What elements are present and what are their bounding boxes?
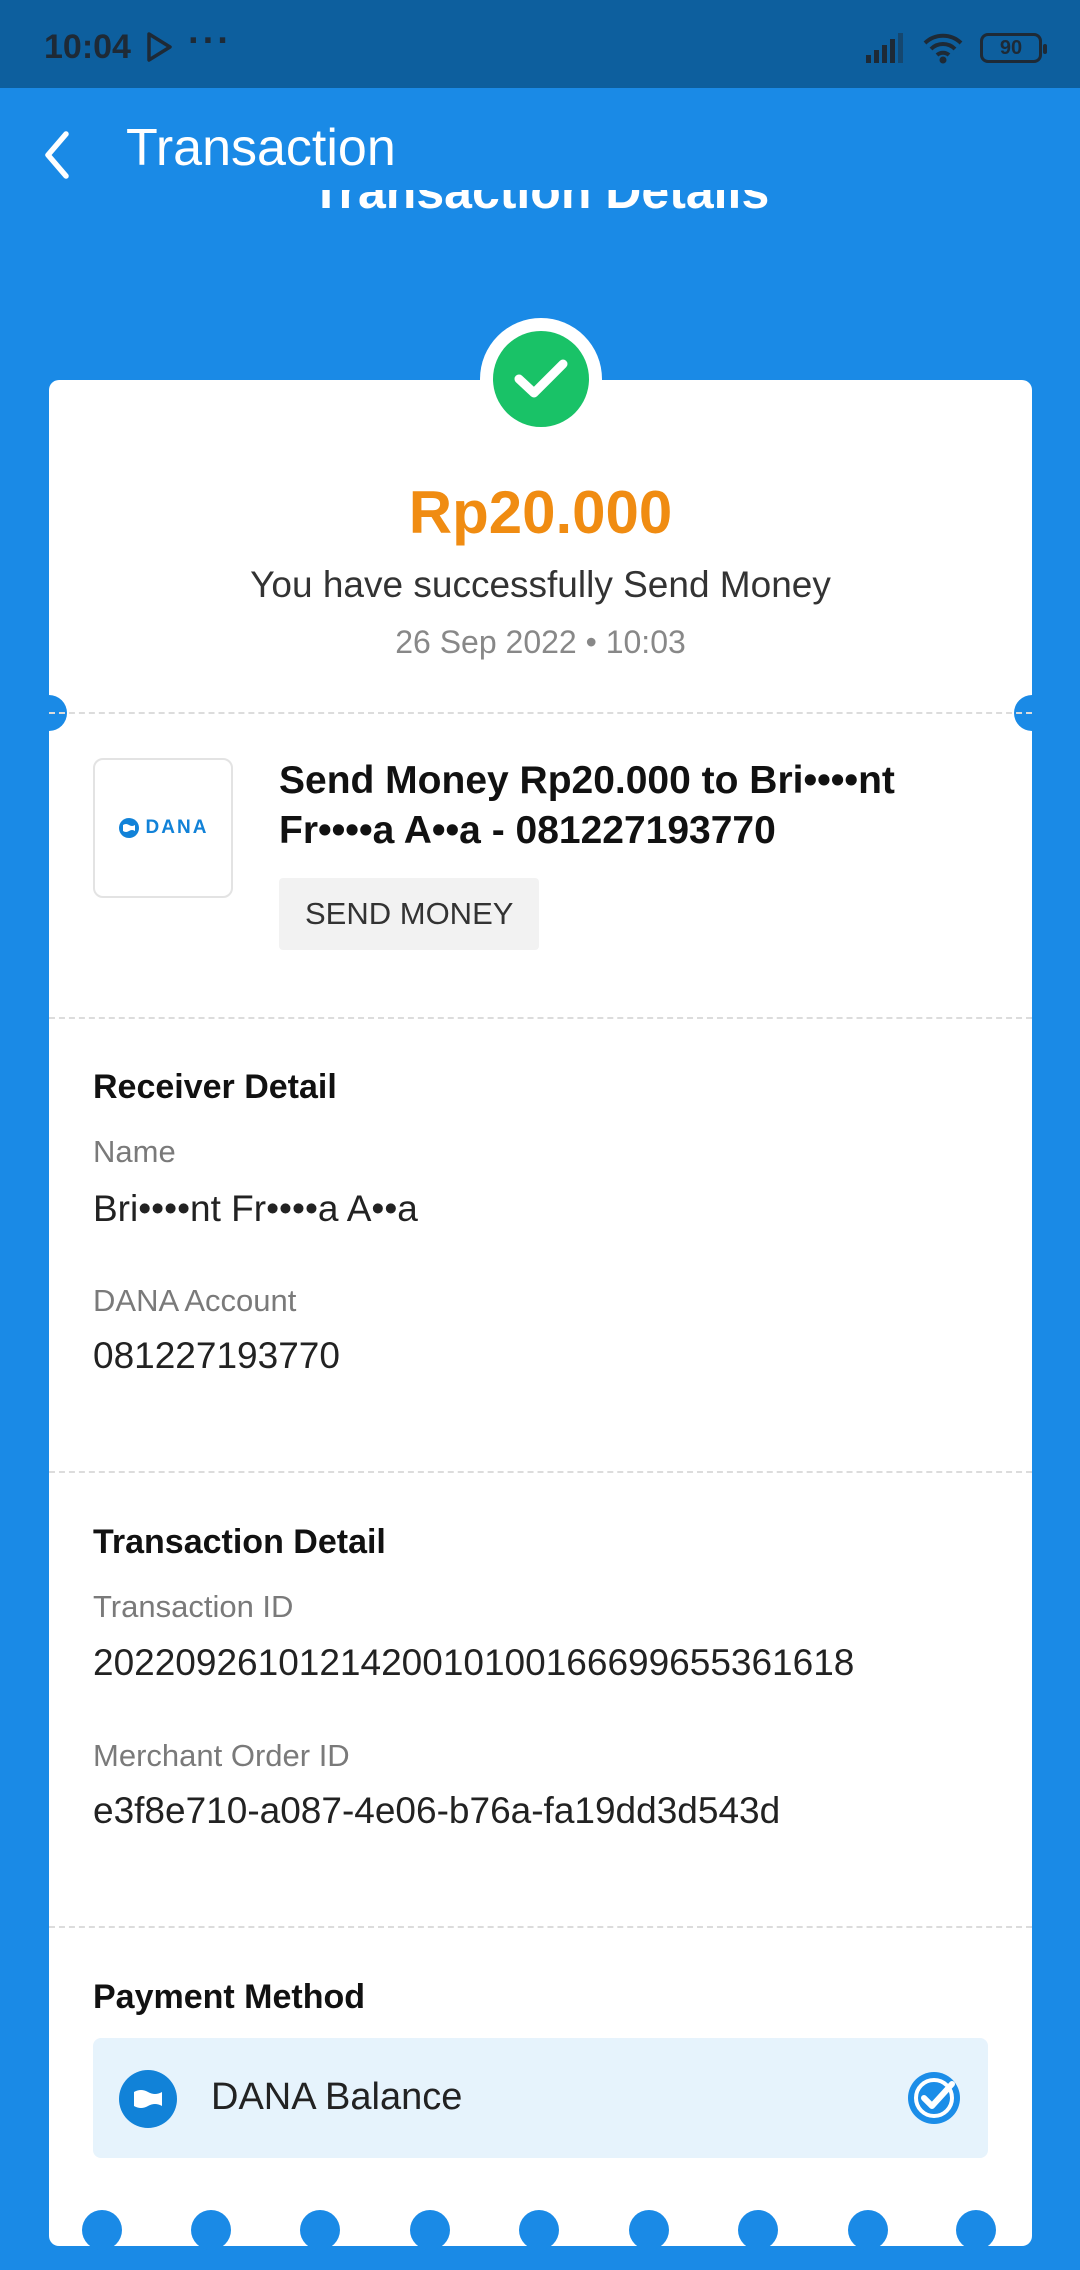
transaction-id-value: 2022092610121420010100166699655361618 <box>93 1642 855 1683</box>
account-value: 081227193770 <box>93 1335 340 1376</box>
merchant-logo: DANA <box>93 758 233 898</box>
page-title: Transaction <box>126 119 396 177</box>
battery-level: 90 <box>999 36 1023 59</box>
receipt-card: Rp20.000 You have successfully Send Mone… <box>31 380 1050 2250</box>
name-value: Bri••••nt Fr••••a A••a <box>93 1188 418 1229</box>
edge-notch <box>956 2210 996 2250</box>
dana-logo-icon <box>118 818 139 838</box>
back-button[interactable] <box>38 128 78 182</box>
more-notifications-icon: ··· <box>188 20 232 62</box>
edge-notch <box>629 2210 669 2250</box>
edge-notch <box>191 2210 231 2250</box>
divider <box>49 712 1032 714</box>
payment-method-option[interactable]: DANA Balance <box>93 2038 988 2158</box>
battery-icon: 90 <box>980 33 1047 63</box>
dana-balance-icon <box>119 2070 177 2128</box>
merchant-order-id-value: e3f8e710-a087-4e06-b76a-fa19dd3d543d <box>93 1790 781 1831</box>
transaction-type-tag: SEND MONEY <box>279 878 540 950</box>
play-store-icon <box>147 32 172 62</box>
status-time: 10:04 <box>44 28 131 66</box>
logo-text: DANA <box>145 817 209 838</box>
card-bottom-edge <box>49 2210 1032 2270</box>
edge-notch <box>82 2210 122 2250</box>
section-title-text: Transaction Details <box>310 190 770 219</box>
success-badge <box>480 318 602 440</box>
amount: Rp20.000 <box>408 479 673 546</box>
divider <box>49 1017 1032 1019</box>
payment-method-heading: Payment Method <box>93 1978 366 2016</box>
edge-notch <box>848 2210 888 2250</box>
check-circle-icon <box>493 331 589 427</box>
signal-icon <box>866 33 903 63</box>
status-bar: 10:04 ··· 90 <box>0 0 1080 88</box>
edge-notch <box>738 2210 778 2250</box>
status-icons: 90 <box>864 30 1047 66</box>
transaction-id-label: Transaction ID <box>93 1589 294 1624</box>
section-title: Transaction Details <box>0 190 1080 240</box>
success-message: You have successfully Send Money <box>250 564 831 605</box>
transaction-datetime: 26 Sep 2022 • 10:03 <box>395 624 686 660</box>
transaction-detail-heading: Transaction Detail <box>93 1523 386 1561</box>
payment-method-label: DANA Balance <box>211 2076 463 2118</box>
divider <box>49 1926 1032 1928</box>
divider <box>49 1471 1032 1473</box>
transaction-title: Send Money Rp20.000 to Bri••••nt Fr••••a… <box>279 759 895 852</box>
name-label: Name <box>93 1134 176 1169</box>
receiver-detail-heading: Receiver Detail <box>93 1068 337 1106</box>
account-label: DANA Account <box>93 1283 297 1318</box>
selected-check-icon <box>908 2072 960 2124</box>
merchant-order-id-label: Merchant Order ID <box>93 1738 350 1773</box>
wifi-icon <box>923 33 963 64</box>
edge-notch <box>410 2210 450 2250</box>
edge-notch <box>519 2210 559 2250</box>
edge-notch <box>300 2210 340 2250</box>
